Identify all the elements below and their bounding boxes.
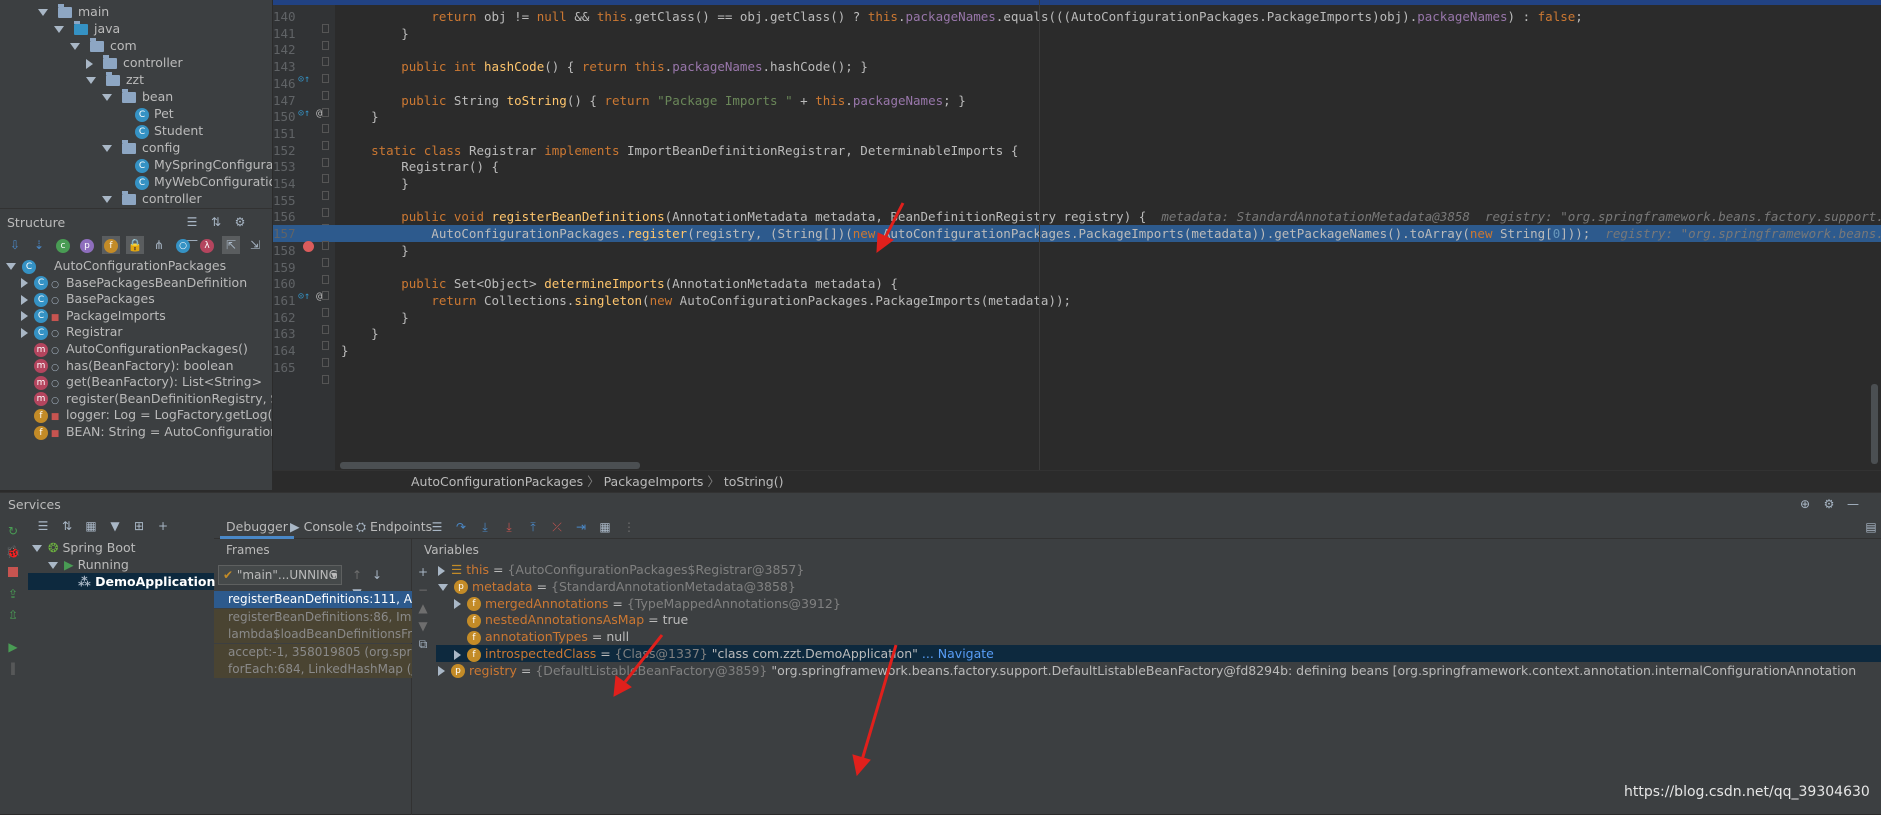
annotation-arrows [613, 202, 905, 777]
watermark: https://blog.csdn.net/qq_39304630 [1624, 784, 1870, 800]
